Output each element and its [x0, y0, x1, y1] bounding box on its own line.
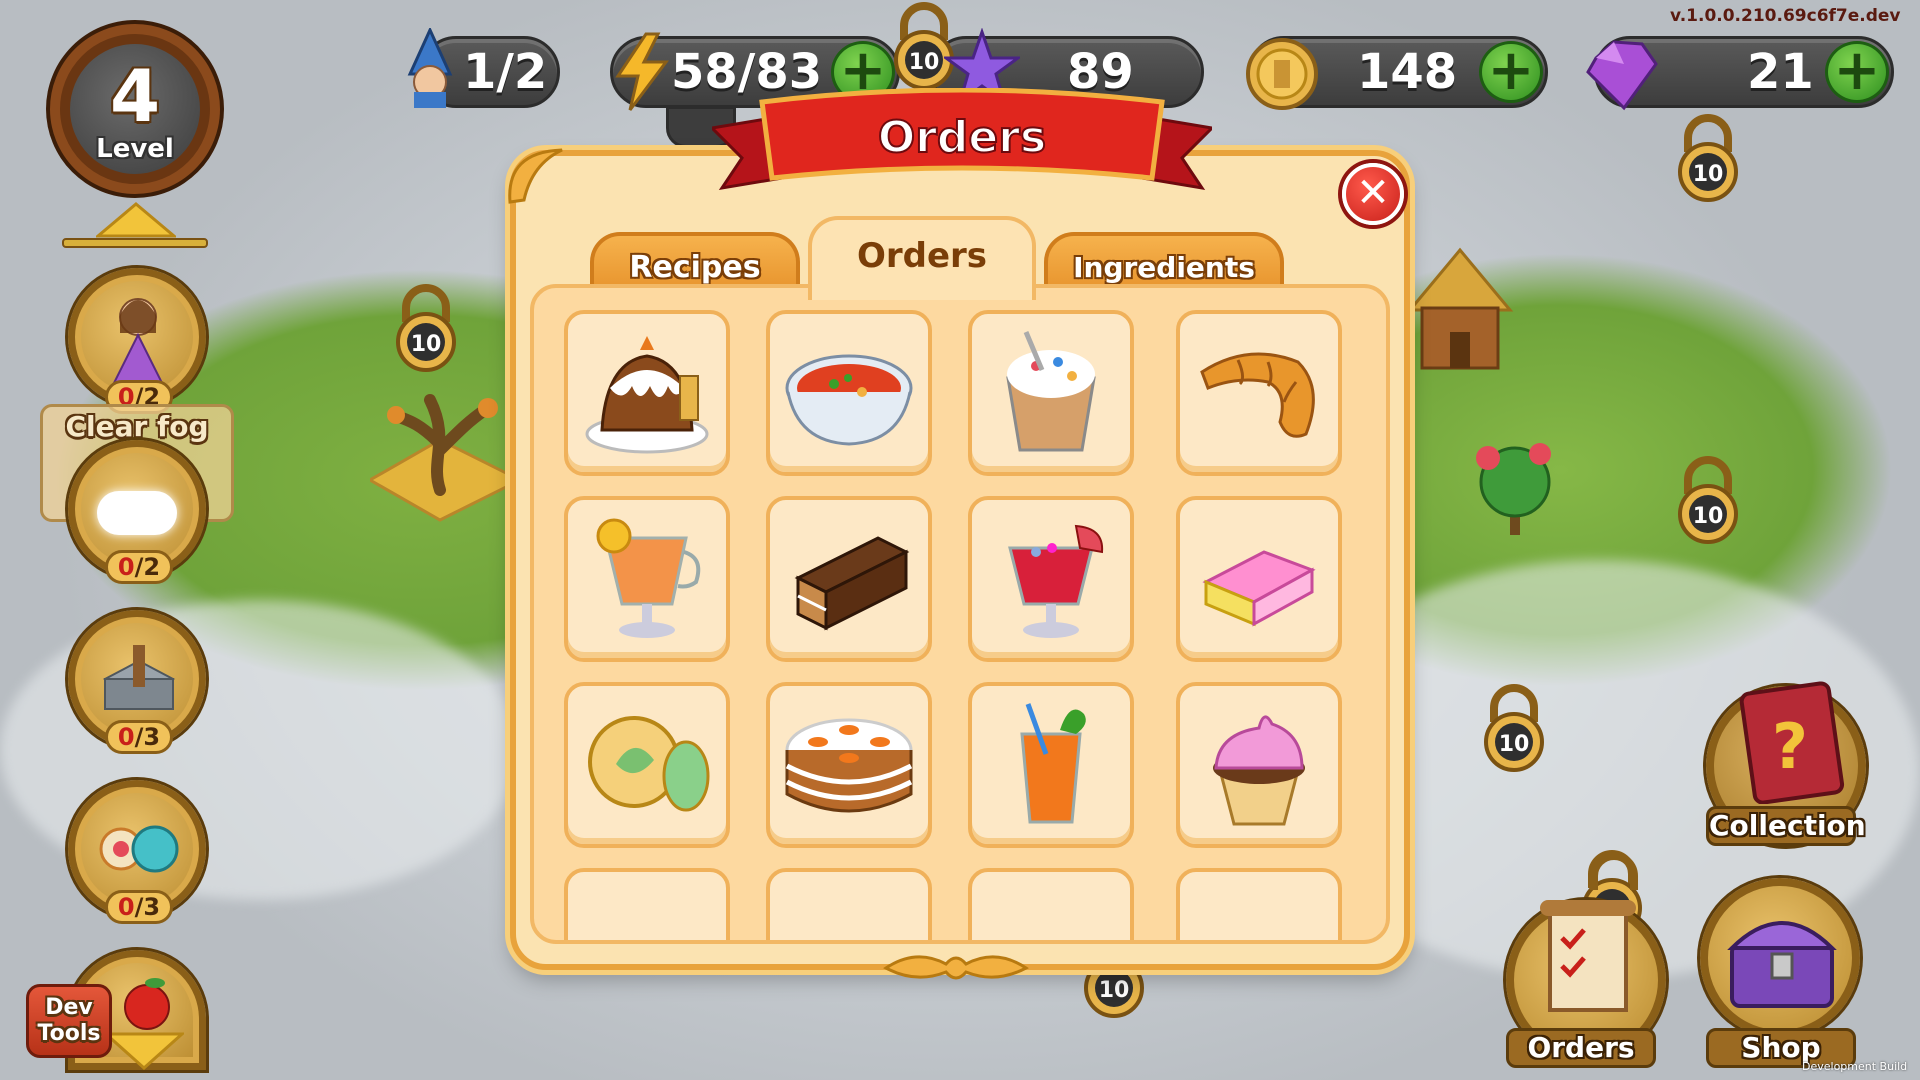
order-item-partial[interactable]: [968, 868, 1134, 940]
order-item-fruit-punch-glass[interactable]: [968, 496, 1134, 662]
level-badge[interactable]: 4 Level: [50, 24, 220, 194]
dialog-title: Orders: [878, 112, 1046, 163]
order-item-orange-tea-glass[interactable]: [564, 496, 730, 662]
order-item-sprinkle-parfait[interactable]: [968, 310, 1134, 476]
development-build-label: Development Build: [1802, 1060, 1908, 1073]
order-item-partial[interactable]: [564, 868, 730, 940]
order-item-carrot-cake[interactable]: [766, 682, 932, 848]
cloud-icon: [97, 491, 177, 535]
coin-icon: [1246, 38, 1318, 110]
order-item-marshmallow-candy[interactable]: [1176, 496, 1342, 662]
treasure-chest-icon: [1727, 921, 1837, 1008]
lock-level: 10: [1099, 978, 1130, 1003]
order-item-pink-cupcake[interactable]: [1176, 682, 1342, 848]
level-label: Level: [96, 134, 174, 164]
dev-tools-button[interactable]: Dev Tools: [26, 984, 112, 1058]
tab-orders[interactable]: Orders: [808, 216, 1036, 300]
carrot-cake-icon: [785, 718, 913, 813]
candy-progress: 0/3: [105, 890, 173, 924]
gem-icon: [1586, 40, 1658, 111]
svg-text:?: ?: [1772, 710, 1808, 783]
pudding-cake-icon: [585, 336, 709, 454]
clear-fog-label: Clear fog: [65, 410, 209, 443]
cupcake-icon: [1213, 715, 1305, 826]
gems-value: 21: [1747, 44, 1814, 100]
order-item-croissant[interactable]: [1176, 310, 1342, 476]
orders-dialog: Recipes Orders Ingredients: [508, 148, 1410, 980]
workers-value: 1/2: [463, 44, 548, 100]
order-item-chocolate-bar-cake[interactable]: [766, 496, 932, 662]
lock-icon[interactable]: 10: [1674, 112, 1742, 202]
fruit-punch-icon: [1008, 524, 1104, 638]
order-item-carrot-juice[interactable]: [968, 682, 1134, 848]
orders-label: Orders: [1506, 1028, 1656, 1068]
order-item-partial[interactable]: [766, 868, 932, 940]
coins-value: 148: [1357, 44, 1458, 100]
croissant-icon: [1200, 352, 1315, 438]
book-icon: ?: [1739, 681, 1845, 804]
shop-button[interactable]: [1700, 878, 1860, 1038]
stone-tower-icon: [102, 645, 176, 710]
collapse-arrow-icon[interactable]: [104, 1030, 184, 1070]
lock-level: 10: [909, 50, 940, 75]
chocolate-bar-icon: [794, 536, 910, 631]
add-gems-button[interactable]: +: [1825, 41, 1889, 103]
soup-bowl-icon: [785, 354, 913, 446]
order-item-carrot-pudding-cake[interactable]: [564, 310, 730, 476]
ornament-icon: [883, 955, 1029, 980]
order-item-leaf-cookies[interactable]: [564, 682, 730, 848]
candy-icon: [99, 825, 179, 873]
lock-level: 10: [411, 332, 442, 357]
carrot-juice-icon: [1020, 703, 1086, 824]
cookies-icon: [588, 716, 710, 812]
apple-icon: [124, 978, 170, 1030]
orders-grid[interactable]: [530, 284, 1390, 944]
dead-tree-icon[interactable]: [370, 360, 520, 530]
tower-progress: 0/3: [105, 720, 173, 754]
princess-icon: [111, 298, 165, 386]
order-item-partial[interactable]: [1176, 868, 1342, 940]
lock-level: 10: [1693, 504, 1724, 529]
lock-icon[interactable]: 10: [1674, 454, 1742, 544]
lock-icon: [1590, 852, 1638, 890]
candy-tree-icon[interactable]: [1470, 440, 1560, 540]
collection-label: Collection: [1706, 806, 1866, 846]
level-progress-bar: [62, 238, 208, 248]
hut-icon[interactable]: [1400, 240, 1520, 390]
orange-tea-icon: [596, 518, 701, 638]
lightning-icon: [615, 32, 669, 111]
level-number: 4: [109, 54, 161, 138]
lock-level: 10: [1693, 162, 1724, 187]
wizard-icon: [407, 28, 453, 108]
marshmallow-icon: [1202, 550, 1316, 627]
title-banner: Orders: [712, 88, 1212, 191]
expand-arrow-icon[interactable]: [96, 202, 176, 238]
dev-tools-label-2: Tools: [37, 1021, 101, 1046]
lock-icon[interactable]: 10: [1480, 682, 1548, 772]
corner-ornament-icon: [508, 148, 563, 204]
lock-level: 10: [1499, 732, 1530, 757]
add-coins-button[interactable]: +: [1479, 41, 1543, 103]
dev-tools-label-1: Dev: [45, 995, 93, 1020]
parfait-icon: [1006, 331, 1096, 452]
lock-icon[interactable]: 10: [392, 282, 460, 372]
clear-fog-progress: 0/2: [105, 550, 173, 584]
close-button[interactable]: ✕: [1342, 163, 1404, 225]
order-item-tomato-soup[interactable]: [766, 310, 932, 476]
version-label: v.1.0.0.210.69c6f7e.dev: [1670, 6, 1901, 26]
